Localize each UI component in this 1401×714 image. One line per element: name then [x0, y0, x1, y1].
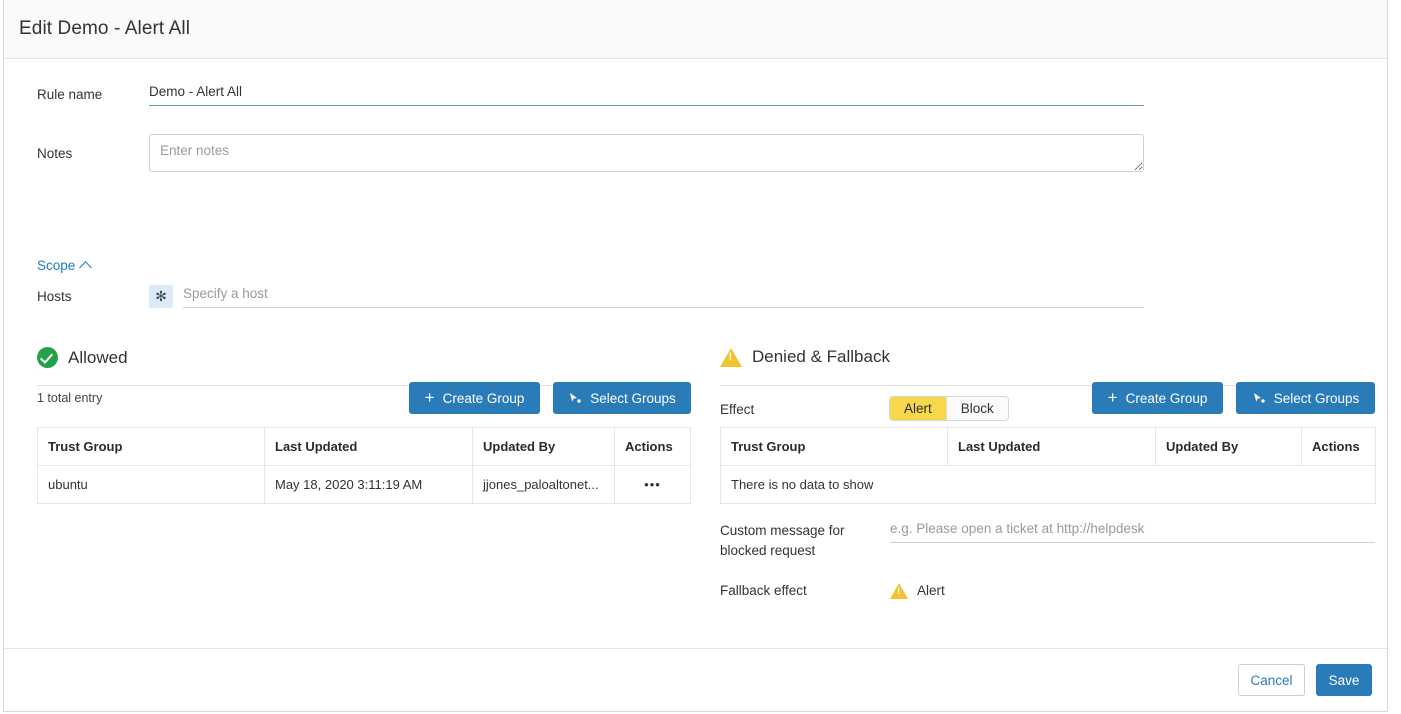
modal-footer: Cancel Save: [4, 648, 1387, 711]
save-button[interactable]: Save: [1316, 664, 1372, 696]
allowed-cell-trust-group: ubuntu: [37, 465, 265, 504]
notes-label: Notes: [37, 146, 73, 161]
modal-body: Rule name Notes Scope Hosts ✻: [4, 59, 1387, 648]
screenshot-root: Edit Demo - Alert All Rule name Notes Sc…: [0, 0, 1401, 714]
cursor-select-icon: [568, 391, 582, 405]
fallback-effect-row: Fallback effect Alert: [720, 582, 1375, 600]
page-title: Edit Demo - Alert All: [19, 18, 191, 39]
allowed-table-header-row: Trust Group Last Updated Updated By Acti…: [37, 427, 691, 466]
denied-select-groups-button[interactable]: Select Groups: [1236, 382, 1375, 414]
effect-toggle-group: Alert Block: [890, 397, 1008, 420]
denied-col-last-updated[interactable]: Last Updated: [947, 427, 1156, 466]
allowed-select-groups-label: Select Groups: [590, 390, 676, 406]
modal-header: Edit Demo - Alert All: [4, 0, 1387, 59]
allowed-col-last-updated[interactable]: Last Updated: [264, 427, 473, 466]
denied-empty-message: There is no data to show: [720, 465, 1376, 504]
rule-name-input[interactable]: [149, 84, 1144, 106]
denied-table-header-row: Trust Group Last Updated Updated By Acti…: [720, 427, 1376, 466]
scope-toggle[interactable]: Scope: [37, 258, 93, 274]
denied-col-updated-by[interactable]: Updated By: [1155, 427, 1302, 466]
allowed-section-header: Allowed: [37, 347, 128, 368]
asterisk-badge-icon: ✻: [149, 285, 173, 308]
fallback-effect-label: Fallback effect: [720, 583, 807, 598]
plus-icon: +: [1107, 388, 1118, 407]
allowed-col-trust-group[interactable]: Trust Group: [37, 427, 265, 466]
cursor-select-icon: [1252, 391, 1266, 405]
notes-textarea[interactable]: [149, 134, 1144, 172]
allowed-col-actions: Actions: [614, 427, 691, 466]
custom-message-input[interactable]: [890, 521, 1375, 543]
denied-table: Trust Group Last Updated Updated By Acti…: [720, 427, 1376, 504]
rule-name-row: Rule name: [37, 84, 1147, 106]
allowed-section-title: Allowed: [68, 347, 128, 367]
allowed-table: Trust Group Last Updated Updated By Acti…: [37, 427, 691, 504]
chevron-up-icon: [79, 261, 93, 274]
denied-create-group-button[interactable]: + Create Group: [1092, 382, 1223, 414]
warning-triangle-icon: [720, 347, 742, 367]
denied-create-group-label: Create Group: [1125, 390, 1208, 406]
allowed-cell-last-updated: May 18, 2020 3:11:19 AM: [264, 465, 473, 504]
denied-col-actions: Actions: [1301, 427, 1376, 466]
edit-rule-modal: Edit Demo - Alert All Rule name Notes Sc…: [3, 0, 1388, 712]
hosts-input[interactable]: [183, 286, 1144, 308]
scope-toggle-label: Scope: [37, 258, 76, 273]
denied-select-groups-label: Select Groups: [1273, 390, 1360, 406]
cancel-button[interactable]: Cancel: [1238, 664, 1305, 696]
effect-label: Effect: [720, 402, 755, 417]
allowed-create-group-label: Create Group: [442, 390, 525, 406]
effect-option-block[interactable]: Block: [945, 397, 1008, 420]
table-row: ubuntu May 18, 2020 3:11:19 AM jjones_pa…: [37, 465, 691, 504]
rule-name-label: Rule name: [37, 87, 103, 102]
table-row-empty: There is no data to show: [720, 465, 1376, 504]
notes-row: Notes: [37, 134, 1147, 172]
allowed-create-group-button[interactable]: + Create Group: [409, 382, 540, 414]
fallback-effect-value: Alert: [917, 583, 945, 598]
check-circle-icon: [37, 347, 58, 368]
allowed-row-actions-menu[interactable]: •••: [614, 465, 691, 504]
hosts-row: Hosts ✻: [37, 285, 1147, 308]
custom-message-label: Custom message for blocked request: [720, 523, 845, 558]
allowed-total-entry: 1 total entry: [37, 391, 103, 405]
allowed-cell-updated-by: jjones_paloaltonet...: [472, 465, 615, 504]
plus-icon: +: [424, 388, 435, 407]
warning-triangle-icon: [890, 583, 908, 599]
allowed-select-groups-button[interactable]: Select Groups: [553, 382, 691, 414]
denied-section-title: Denied & Fallback: [752, 347, 890, 366]
denied-section-header: Denied & Fallback: [720, 347, 890, 367]
hosts-label: Hosts: [37, 288, 72, 304]
effect-option-alert[interactable]: Alert: [890, 397, 946, 420]
denied-col-trust-group[interactable]: Trust Group: [720, 427, 948, 466]
custom-message-row: Custom message for blocked request: [720, 521, 1375, 561]
allowed-col-updated-by[interactable]: Updated By: [472, 427, 615, 466]
